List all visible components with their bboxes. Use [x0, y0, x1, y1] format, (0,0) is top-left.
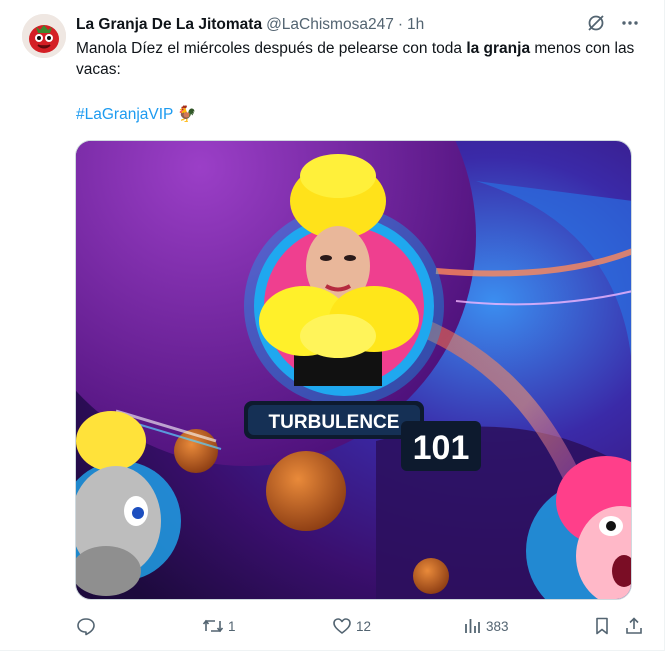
tweet-media-image[interactable]: TURBULENCE 101 [75, 140, 632, 600]
reply-icon [76, 616, 96, 636]
like-button[interactable]: 12 [332, 612, 371, 640]
header-actions [586, 14, 640, 36]
hashtag-line: #LaGranjaVIP 🐓 [76, 104, 197, 125]
retweet-icon [202, 616, 224, 636]
media-title-text: TURBULENCE [269, 412, 400, 433]
author-avatar[interactable] [22, 14, 66, 58]
like-count: 12 [356, 618, 372, 634]
rooster-emoji: 🐓 [177, 106, 197, 123]
bookmark-icon [592, 616, 612, 636]
retweet-count: 1 [228, 618, 236, 634]
media-illustration: TURBULENCE 101 [76, 141, 631, 599]
tweet-header: La Granja De La Jitomata @LaChismosa247 … [76, 14, 424, 36]
heart-icon [332, 616, 352, 636]
share-button[interactable] [624, 612, 644, 640]
hashtag-link[interactable]: #LaGranjaVIP [76, 106, 173, 123]
tweet-card[interactable]: La Granja De La Jitomata @LaChismosa247 … [0, 0, 665, 651]
more-options-icon[interactable] [620, 13, 640, 38]
retweet-button[interactable]: 1 [202, 612, 236, 640]
views-count: 383 [486, 618, 509, 634]
media-number-text: 101 [413, 429, 470, 467]
tomato-avatar-icon [22, 14, 66, 58]
reply-button[interactable] [76, 612, 100, 640]
tweet-text: Manola Díez el miércoles después de pele… [76, 38, 636, 80]
tweet-actions: 1 12 383 [76, 612, 644, 640]
separator-dot: · [397, 16, 403, 33]
tweet-timestamp[interactable]: 1h [407, 16, 424, 34]
tweet-text-part1: Manola Díez el miércoles después de pele… [76, 40, 467, 57]
author-name[interactable]: La Granja De La Jitomata [76, 16, 262, 34]
views-button[interactable]: 383 [462, 612, 509, 640]
tweet-text-bold: la granja [466, 40, 531, 57]
author-handle[interactable]: @LaChismosa247 [266, 16, 394, 34]
views-chart-icon [462, 616, 482, 636]
grok-icon[interactable] [586, 13, 606, 38]
share-icon [624, 616, 644, 636]
bookmark-button[interactable] [592, 612, 612, 640]
